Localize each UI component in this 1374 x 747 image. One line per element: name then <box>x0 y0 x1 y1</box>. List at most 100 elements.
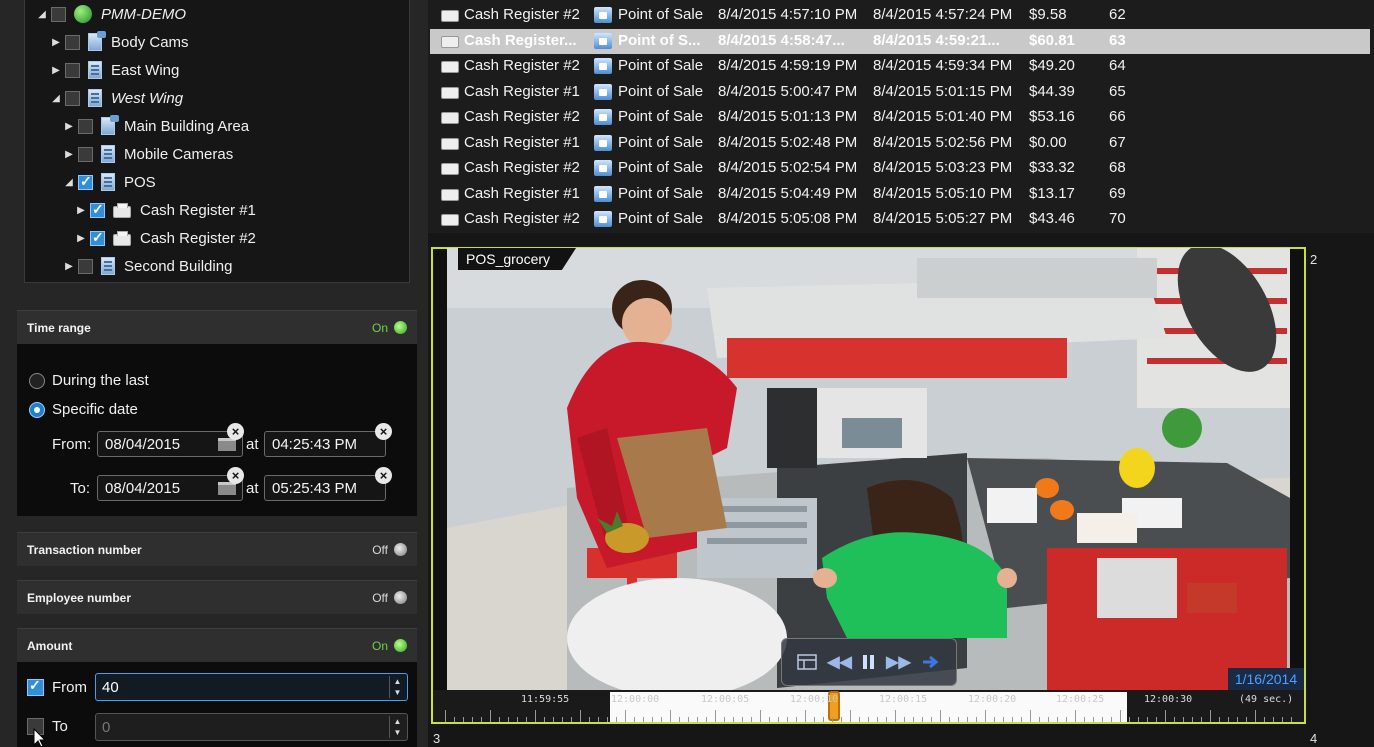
timeline-tick <box>859 717 860 722</box>
radio-button-icon[interactable] <box>29 372 45 389</box>
rewind-icon[interactable]: ◀◀ <box>827 652 852 672</box>
checkbox-checked-icon[interactable] <box>90 229 105 246</box>
timeline-tick <box>1129 717 1130 722</box>
tree-item[interactable]: ▶ Mobile Cameras <box>64 140 233 168</box>
to-date-field[interactable]: 08/04/2015 <box>97 475 243 501</box>
transaction-number-header[interactable]: Transaction number Off <box>17 532 417 566</box>
calendar-icon[interactable] <box>218 482 236 495</box>
tree-item[interactable]: ▶ Cash Register #1 <box>76 196 256 224</box>
clear-from-time-icon[interactable]: × <box>375 423 392 440</box>
expanded-arrow-icon[interactable]: ◢ <box>64 177 74 188</box>
clear-to-time-icon[interactable]: × <box>375 467 392 484</box>
time-range-header[interactable]: Time range On <box>17 310 417 344</box>
radio-specific-date[interactable]: Specific date <box>29 401 138 418</box>
timeline-tick <box>931 717 932 722</box>
table-row[interactable]: Cash Register #2 Point of Sale 8/4/2015 5:… <box>428 105 1374 131</box>
checkbox-icon[interactable] <box>65 34 80 50</box>
collapsed-arrow-icon[interactable]: ▶ <box>64 121 74 132</box>
video-timeline[interactable]: 11:59:55 12:00:00 12:00:05 12:00:10 12:00:15… <box>433 690 1304 722</box>
to-time-field[interactable]: 05:25:43 PM <box>264 475 386 501</box>
tree-item-label: West Wing <box>111 89 184 107</box>
collapsed-arrow-icon[interactable]: ▶ <box>76 233 86 244</box>
time-range-state: On <box>371 320 388 335</box>
amount-from-input[interactable]: 40 ▲ ▼ <box>95 673 408 701</box>
tree-item[interactable]: ▶ East Wing <box>51 56 179 84</box>
tree-item[interactable]: ▶ Second Building <box>64 252 232 280</box>
checkbox-icon[interactable] <box>51 6 66 22</box>
amount-toggle[interactable]: On <box>372 639 407 653</box>
tree-item[interactable]: ◢ West Wing <box>51 84 183 112</box>
live-icon[interactable] <box>921 654 941 670</box>
tree-item[interactable]: ◢ PMM-DEMO <box>37 0 186 28</box>
cell-register: Cash Register #2 <box>464 108 580 125</box>
at-label: at <box>246 480 259 497</box>
checkbox-icon[interactable] <box>65 62 80 78</box>
employee-number-header[interactable]: Employee number Off <box>17 580 417 614</box>
clear-to-date-icon[interactable]: × <box>227 467 244 484</box>
checkbox-checked-icon[interactable] <box>90 201 105 218</box>
table-row[interactable]: Cash Register #2 Point of Sale 8/4/2015 5:… <box>428 156 1374 182</box>
from-time-field[interactable]: 04:25:43 PM <box>264 431 386 457</box>
timeline-tick <box>625 710 626 722</box>
checkbox-icon[interactable] <box>78 258 93 274</box>
spinner-arrows-icon[interactable]: ▲ ▼ <box>389 676 405 698</box>
checkbox-icon[interactable] <box>65 90 80 106</box>
checkbox-icon[interactable] <box>78 118 93 134</box>
spinner-arrows-icon[interactable]: ▲ ▼ <box>389 716 405 738</box>
timeline-tick <box>571 717 572 722</box>
amount-to-input[interactable]: 0 ▲ ▼ <box>95 713 408 741</box>
collapsed-arrow-icon[interactable]: ▶ <box>64 149 74 160</box>
table-row[interactable]: Cash Register #2 Point of Sale 8/4/2015 4:… <box>428 3 1374 29</box>
cell-source: Point of Sale <box>618 57 704 74</box>
collapsed-arrow-icon[interactable]: ▶ <box>76 205 86 216</box>
timeline-tick <box>1084 717 1085 722</box>
collapsed-arrow-icon[interactable]: ▶ <box>51 65 61 76</box>
cell-number: 62 <box>1109 6 1126 23</box>
table-row[interactable]: Cash Register #1 Point of Sale 8/4/2015 5:… <box>428 182 1374 208</box>
transaction-number-toggle[interactable]: Off <box>372 543 407 557</box>
radio-button-selected-icon[interactable] <box>29 401 45 418</box>
amount-header[interactable]: Amount On <box>17 628 417 662</box>
cell-amount: $9.58 <box>1029 6 1067 23</box>
timeline-tick <box>760 710 761 722</box>
timeline-tick <box>508 717 509 722</box>
table-row[interactable]: Cash Register #2 Point of Sale 8/4/2015 4:… <box>428 54 1374 80</box>
tree-item[interactable]: ▶ Main Building Area <box>64 112 249 140</box>
collapsed-arrow-icon[interactable]: ▶ <box>64 261 74 272</box>
checkbox-checked-icon[interactable] <box>78 173 93 190</box>
expanded-arrow-icon[interactable]: ◢ <box>37 9 47 20</box>
camera-video-frame[interactable] <box>447 248 1290 690</box>
from-date-field[interactable]: 08/04/2015 <box>97 431 243 457</box>
cash-register-icon <box>441 10 459 22</box>
cell-end: 8/4/2015 5:05:27 PM <box>873 210 1013 227</box>
video-date: 1/16/2014 <box>1228 668 1304 690</box>
tree-item[interactable]: ▶ Body Cams <box>51 28 189 56</box>
checkbox-checked-icon[interactable] <box>27 677 44 696</box>
expanded-arrow-icon[interactable]: ◢ <box>51 93 61 104</box>
timeline-time-label: 12:00:25 <box>1056 694 1105 705</box>
tree-item[interactable]: ▶ Cash Register #2 <box>76 224 256 252</box>
checkbox-icon[interactable] <box>78 146 93 162</box>
amount-from-checkbox[interactable]: From <box>27 677 87 696</box>
collapsed-arrow-icon[interactable]: ▶ <box>51 37 61 48</box>
globe-icon <box>74 5 92 23</box>
time-range-toggle[interactable]: On <box>372 321 407 335</box>
table-row[interactable]: Cash Register #1 Point of Sale 8/4/2015 5:… <box>428 80 1374 106</box>
tree-item[interactable]: ◢ POS <box>64 168 156 196</box>
table-row[interactable]: Cash Register #2 Point of Sale 8/4/2015 5:… <box>428 207 1374 233</box>
timeline-tick <box>1291 717 1292 722</box>
timeline-tick <box>841 717 842 722</box>
tile-layout-icon[interactable] <box>797 654 817 670</box>
employee-number-toggle[interactable]: Off <box>372 591 407 605</box>
calendar-icon[interactable] <box>218 438 236 451</box>
table-row[interactable]: Cash Register... Point of S... 8/4/2015 4:… <box>430 28 1370 54</box>
table-row[interactable]: Cash Register #1 Point of Sale 8/4/2015 5:… <box>428 131 1374 157</box>
radio-during-the-last[interactable]: During the last <box>29 372 149 389</box>
tree-item-label: Body Cams <box>111 33 189 51</box>
timeline-tick <box>607 717 608 722</box>
timeline-tick <box>1156 717 1157 722</box>
fast-forward-icon[interactable]: ▶▶ <box>886 652 911 672</box>
pause-icon[interactable] <box>862 654 876 670</box>
radio-label: During the last <box>52 372 149 389</box>
clear-from-date-icon[interactable]: × <box>227 423 244 440</box>
